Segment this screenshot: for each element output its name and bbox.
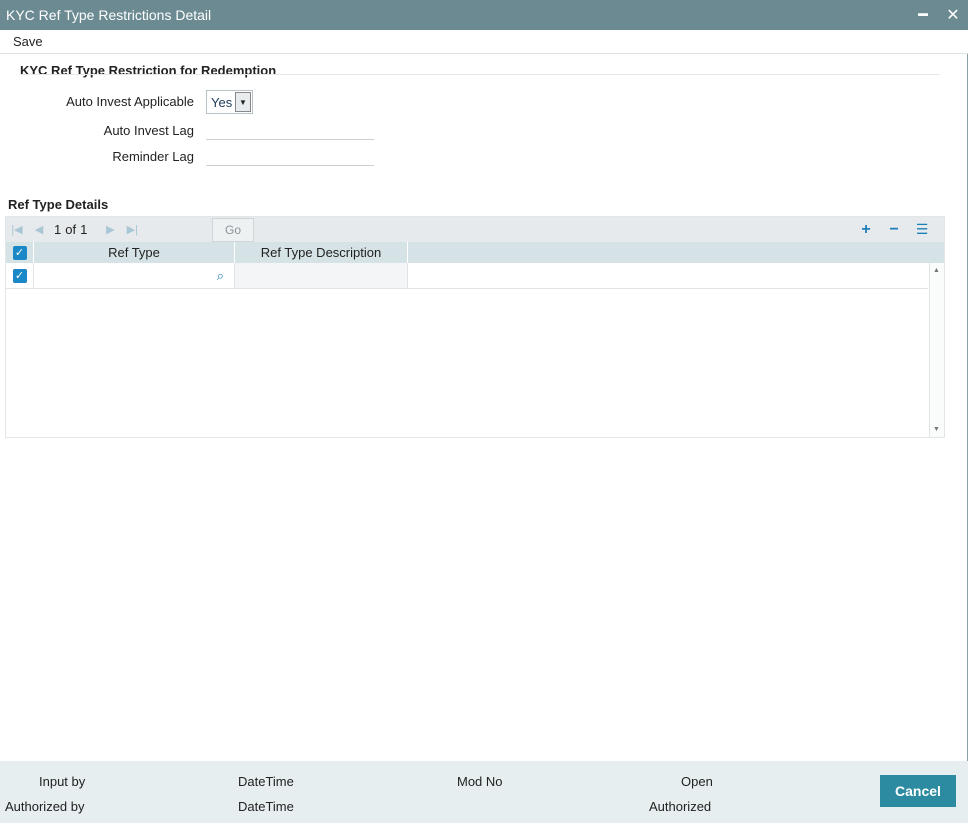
grid-pager: |◀ ◀ 1 of 1 ▶ ▶| Go + − ☰: [6, 217, 944, 242]
menu-bar: Save: [0, 30, 968, 54]
select-all-cell: ✓: [6, 242, 34, 263]
ref-type-cell[interactable]: ⌕: [34, 263, 235, 288]
section-divider: [20, 74, 940, 75]
input-datetime-label: DateTime: [238, 774, 294, 789]
scroll-up-icon[interactable]: ▲: [933, 267, 940, 274]
reminder-lag-label: Reminder Lag: [112, 149, 194, 164]
go-button[interactable]: Go: [212, 218, 254, 242]
add-row-icon[interactable]: +: [852, 221, 880, 239]
last-page-icon[interactable]: ▶|: [121, 223, 143, 236]
grid-header: ✓ Ref Type Ref Type Description: [6, 242, 944, 263]
window-title: KYC Ref Type Restrictions Detail: [6, 7, 212, 23]
next-page-icon[interactable]: ▶: [99, 223, 121, 236]
input-by-label: Input by: [39, 774, 86, 789]
scroll-down-icon[interactable]: ▼: [933, 426, 940, 433]
close-icon[interactable]: ✕: [938, 0, 968, 30]
auto-invest-applicable-label: Auto Invest Applicable: [66, 94, 194, 109]
mod-no-label: Mod No: [457, 774, 503, 789]
grid-title: Ref Type Details: [8, 197, 109, 212]
ref-type-grid: |◀ ◀ 1 of 1 ▶ ▶| Go + − ☰ ✓ Ref Type Ref…: [5, 216, 945, 438]
ref-type-description-cell: [235, 263, 408, 288]
column-header-ref-type-description[interactable]: Ref Type Description: [235, 242, 408, 263]
authorized-datetime-label: DateTime: [238, 799, 294, 814]
auto-invest-lag-label: Auto Invest Lag: [103, 123, 194, 138]
grid-tools: + − ☰: [852, 217, 936, 242]
section-title: KYC Ref Type Restriction for Redemption: [20, 63, 277, 78]
authorized-status-label: Authorized: [649, 799, 712, 814]
page-of-label: of: [65, 222, 77, 237]
select-all-checkbox[interactable]: ✓: [12, 245, 27, 260]
open-status-label: Open: [681, 774, 713, 789]
audit-footer: Input by Authorized by DateTime DateTime…: [0, 761, 968, 823]
cancel-button[interactable]: Cancel: [880, 775, 956, 807]
first-page-icon[interactable]: |◀: [6, 223, 28, 236]
chevron-down-icon[interactable]: ▼: [235, 92, 251, 112]
reminder-lag-input[interactable]: [206, 146, 374, 166]
prev-page-icon[interactable]: ◀: [28, 223, 50, 236]
auto-invest-applicable-value: Yes: [211, 94, 233, 110]
grid-scrollbar[interactable]: ▲ ▼: [929, 263, 944, 437]
auto-invest-lag-input[interactable]: [206, 120, 374, 140]
save-menu-item[interactable]: Save: [13, 34, 43, 49]
delete-row-icon[interactable]: −: [880, 221, 908, 239]
row-select-cell: ✓: [6, 263, 34, 288]
search-icon[interactable]: ⌕: [217, 268, 224, 284]
minimize-icon[interactable]: ━: [908, 0, 938, 30]
row-checkbox[interactable]: ✓: [12, 268, 27, 283]
list-view-icon[interactable]: ☰: [908, 221, 936, 238]
auto-invest-applicable-select[interactable]: Yes ▼: [206, 90, 253, 114]
current-page: 1: [54, 222, 62, 237]
total-pages: 1: [80, 222, 88, 237]
authorized-by-label: Authorized by: [5, 799, 85, 814]
table-row: ✓ ⌕: [6, 263, 928, 289]
column-header-ref-type[interactable]: Ref Type: [34, 242, 235, 263]
window-titlebar: KYC Ref Type Restrictions Detail ━ ✕: [0, 0, 968, 30]
